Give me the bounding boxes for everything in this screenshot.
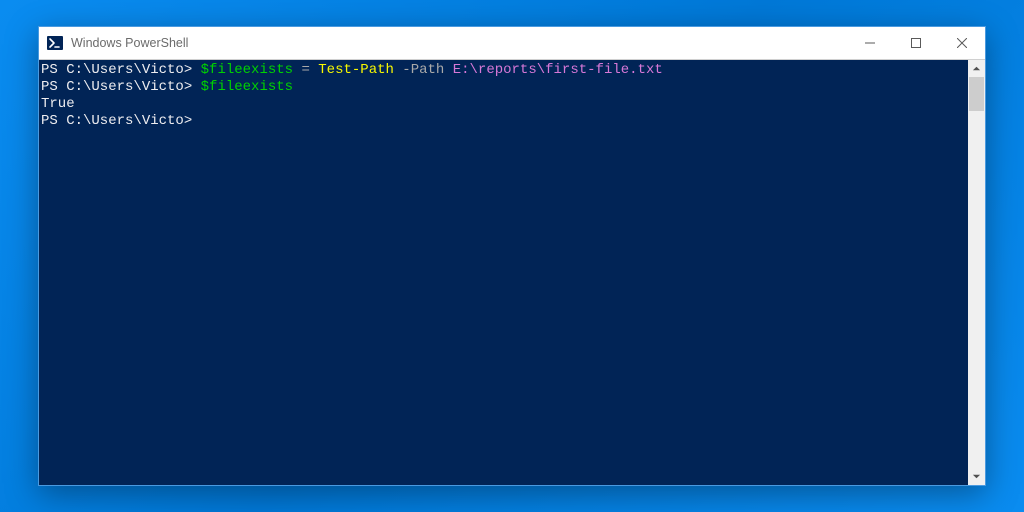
maximize-button[interactable] xyxy=(893,27,939,59)
powershell-window: Windows PowerShell PS C:\Users\Victo> $f… xyxy=(38,26,986,486)
scrollbar-thumb[interactable] xyxy=(969,77,984,111)
scroll-up-arrow-icon[interactable] xyxy=(968,60,985,77)
terminal-line: PS C:\Users\Victo> xyxy=(41,113,968,130)
terminal-output[interactable]: PS C:\Users\Victo> $fileexists = Test-Pa… xyxy=(39,60,968,485)
terminal-line: PS C:\Users\Victo> $fileexists = Test-Pa… xyxy=(41,62,968,79)
vertical-scrollbar[interactable] xyxy=(968,60,985,485)
close-button[interactable] xyxy=(939,27,985,59)
scroll-down-arrow-icon[interactable] xyxy=(968,468,985,485)
terminal-line: PS C:\Users\Victo> $fileexists xyxy=(41,79,968,96)
window-title: Windows PowerShell xyxy=(71,36,188,50)
titlebar[interactable]: Windows PowerShell xyxy=(39,27,985,59)
terminal-line: True xyxy=(41,96,968,113)
powershell-icon xyxy=(47,35,63,51)
client-area: PS C:\Users\Victo> $fileexists = Test-Pa… xyxy=(39,59,985,485)
minimize-button[interactable] xyxy=(847,27,893,59)
scrollbar-track[interactable] xyxy=(968,77,985,468)
